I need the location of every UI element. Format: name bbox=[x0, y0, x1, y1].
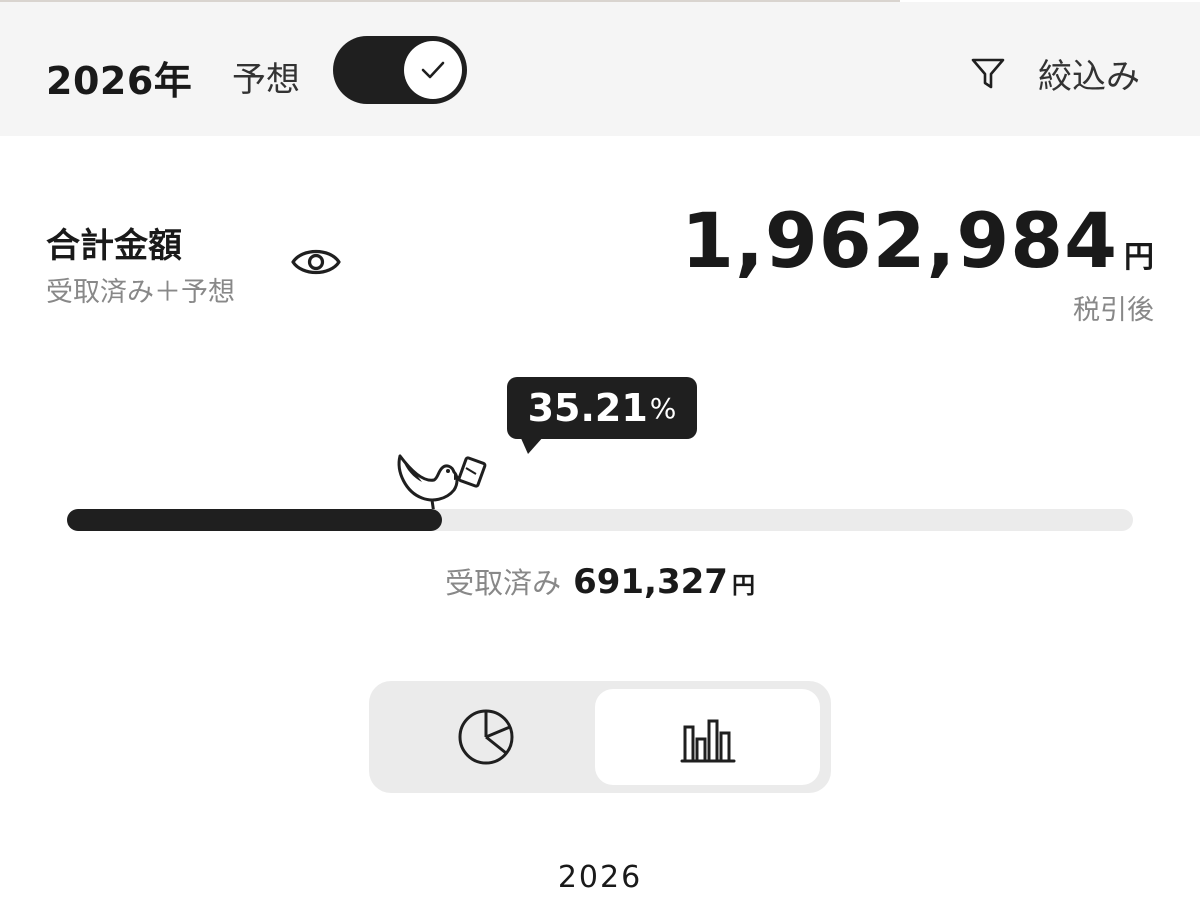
total-subtitle: 受取済み＋予想 bbox=[46, 277, 235, 308]
year-selector[interactable]: 2026年 bbox=[46, 50, 192, 105]
check-icon bbox=[421, 61, 445, 79]
total-title: 合計金額 bbox=[46, 226, 182, 266]
progress-track bbox=[67, 509, 1133, 531]
received-summary: 受取済み 691,327 円 bbox=[0, 560, 1200, 602]
filter-label: 絞込み bbox=[1038, 56, 1140, 97]
eye-icon[interactable] bbox=[290, 240, 342, 284]
bar-chart-icon bbox=[680, 719, 735, 763]
bar-chart-button[interactable] bbox=[595, 689, 820, 785]
chart-type-toggle bbox=[369, 681, 831, 793]
header-bar: 2026年 予想 絞込み bbox=[0, 2, 1200, 136]
total-amount-value: 1,962,984 bbox=[681, 196, 1118, 285]
progress-fill bbox=[67, 509, 443, 531]
forecast-label: 予想 bbox=[232, 60, 300, 100]
chart-year-label: 2026 bbox=[557, 860, 643, 895]
pie-chart-button[interactable] bbox=[373, 689, 598, 785]
received-label: 受取済み bbox=[445, 566, 562, 600]
pie-chart-icon bbox=[458, 709, 513, 765]
progress-tooltip: 35.21 % bbox=[507, 377, 697, 439]
filter-button[interactable]: 絞込み bbox=[968, 48, 1140, 98]
forecast-toggle[interactable] bbox=[333, 36, 467, 104]
percent-sign: % bbox=[649, 391, 677, 425]
received-unit: 円 bbox=[731, 573, 755, 599]
total-amount-unit: 円 bbox=[1124, 240, 1154, 275]
total-amount: 1,962,984 円 bbox=[681, 196, 1154, 285]
filter-icon bbox=[971, 58, 1005, 89]
tax-note: 税引後 bbox=[1073, 295, 1154, 326]
toggle-knob bbox=[404, 41, 462, 99]
progress-percent: 35.21 bbox=[527, 386, 648, 430]
tooltip-tail bbox=[520, 436, 544, 454]
received-value: 691,327 bbox=[573, 562, 728, 602]
